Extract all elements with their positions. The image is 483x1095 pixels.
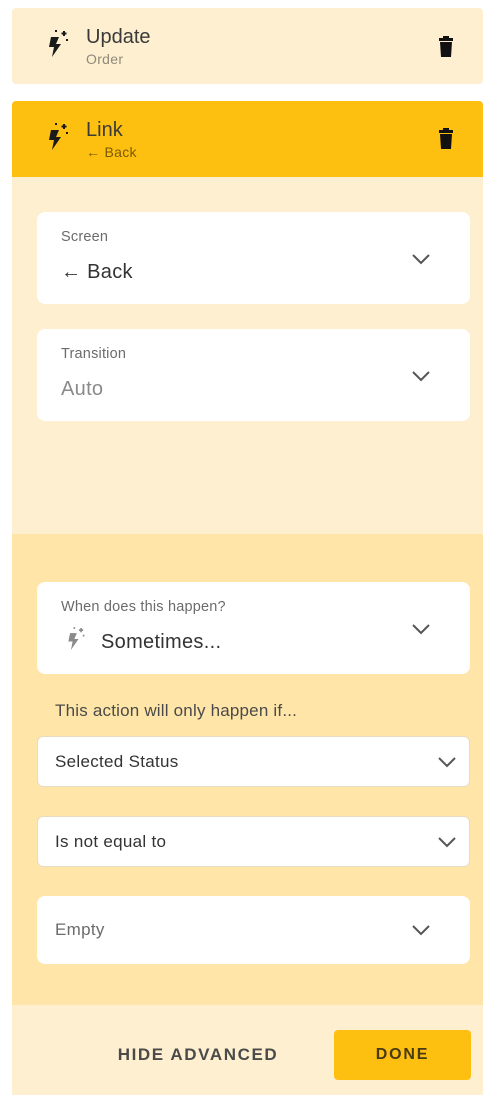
condition-value: Empty	[55, 920, 105, 939]
screen-value: ← Back	[61, 261, 133, 283]
screen-select[interactable]: Screen ← Back	[37, 212, 470, 304]
chevron-down-icon	[411, 924, 431, 936]
transition-label: Transition	[61, 346, 127, 362]
trash-icon[interactable]	[437, 128, 455, 150]
action-subtitle: Order	[86, 51, 124, 67]
when-select[interactable]: When does this happen? Sometimes...	[37, 582, 470, 674]
action-card-update[interactable]: Update Order	[12, 8, 483, 84]
action-subtitle: ← Back	[86, 144, 137, 160]
chevron-down-icon	[437, 836, 457, 848]
done-button[interactable]: DONE	[334, 1030, 471, 1080]
action-title: Update	[86, 26, 151, 48]
when-value: Sometimes...	[101, 631, 222, 653]
magic-bolt-icon	[65, 626, 87, 652]
screen-label: Screen	[61, 229, 109, 245]
transition-select[interactable]: Transition Auto	[37, 329, 470, 421]
trash-icon[interactable]	[437, 36, 455, 58]
chevron-down-icon	[437, 756, 457, 768]
chevron-down-icon	[411, 370, 431, 382]
condition-helper-text: This action will only happen if...	[55, 701, 298, 720]
chevron-down-icon	[411, 253, 431, 265]
magic-bolt-icon	[45, 122, 71, 152]
chevron-down-icon	[411, 623, 431, 635]
action-card-link[interactable]: Link ← Back	[12, 101, 483, 177]
condition-operator-value: Is not equal to	[55, 832, 167, 851]
condition-operator-select[interactable]: Is not equal to	[37, 816, 470, 867]
transition-value: Auto	[61, 378, 104, 400]
condition-value-select[interactable]: Empty	[37, 896, 470, 964]
hide-advanced-button[interactable]: HIDE ADVANCED	[108, 1040, 288, 1070]
action-title: Link	[86, 119, 123, 141]
magic-bolt-icon	[45, 29, 71, 59]
condition-field-select[interactable]: Selected Status	[37, 736, 470, 787]
condition-field-value: Selected Status	[55, 752, 179, 771]
when-label: When does this happen?	[61, 599, 226, 615]
